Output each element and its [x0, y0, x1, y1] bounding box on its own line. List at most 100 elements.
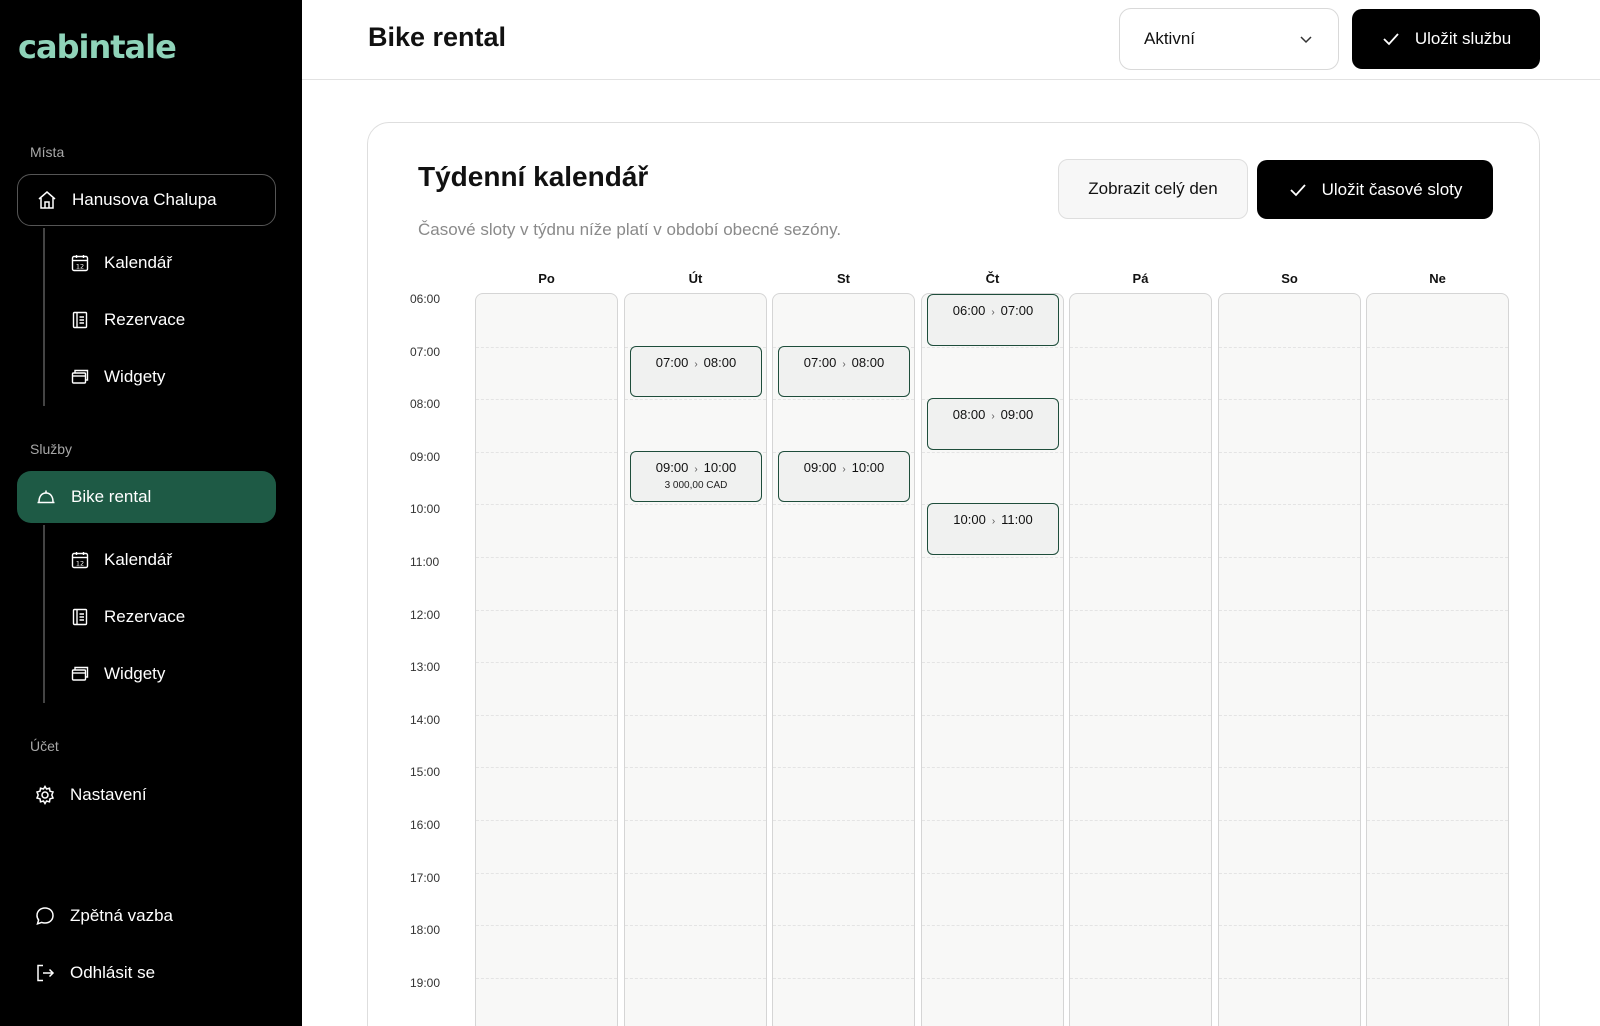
sidebar-item-feedback[interactable]: Zpětná vazba — [34, 898, 173, 934]
time-slot[interactable]: 07:00 › 08:00 — [778, 345, 910, 398]
tree-line — [43, 525, 45, 703]
sidebar-item-service-reservations[interactable]: Rezervace — [70, 599, 185, 635]
hour-gridline — [1219, 977, 1360, 979]
hour-gridline — [1070, 609, 1211, 611]
time-slot-range: 09:00 › 10:00 — [779, 460, 909, 475]
hour-gridline — [1367, 872, 1508, 874]
day-column[interactable] — [1069, 293, 1212, 1026]
slot-start: 09:00 — [655, 459, 689, 475]
chevron-right-icon: › — [991, 411, 995, 423]
day-column[interactable] — [475, 293, 618, 1026]
check-icon — [1288, 180, 1308, 200]
day-column[interactable]: 07:00 › 08:00 09:00 › 10:00 — [772, 293, 915, 1026]
hour-gridline — [625, 557, 766, 558]
hour-gridline — [1219, 557, 1360, 558]
sidebar-item-service-widgets[interactable]: Widgety — [70, 656, 165, 692]
widget-icon — [70, 367, 90, 387]
hour-gridline — [476, 872, 617, 874]
time-slot-range: 10:00 › 11:00 — [928, 512, 1058, 527]
sidebar-item-service-calendar[interactable]: 12 Kalendář — [70, 542, 172, 578]
hour-gridline — [1070, 399, 1211, 401]
hour-gridline — [922, 346, 1063, 348]
page-title: Bike rental — [368, 22, 507, 52]
chevron-right-icon: › — [842, 358, 846, 370]
hour-label: 08:00 — [410, 397, 441, 412]
hour-gridline — [625, 925, 766, 927]
day-column[interactable]: 07:00 › 08:00 09:00 › 10:00 3 000,00 CAD — [624, 293, 767, 1026]
card-title: Týdenní kalendář — [418, 161, 649, 192]
time-slot[interactable]: 07:00 › 08:00 — [630, 345, 762, 398]
day-header: St — [837, 271, 850, 286]
hour-gridline — [773, 872, 914, 874]
hour-gridline — [625, 399, 766, 401]
hour-gridline — [1219, 767, 1360, 769]
hour-gridline — [625, 609, 766, 611]
hour-gridline — [773, 504, 914, 506]
day-column[interactable] — [1218, 293, 1361, 1026]
save-service-button[interactable]: Uložit službu — [1352, 9, 1540, 69]
hour-gridline — [476, 820, 617, 821]
header: Bike rental Aktivní Uložit službu — [302, 0, 1600, 80]
home-icon — [36, 189, 58, 211]
hour-gridline — [922, 977, 1063, 979]
hour-gridline — [1070, 767, 1211, 769]
day-header: Po — [538, 271, 555, 286]
hour-gridline — [1367, 346, 1508, 348]
time-slot[interactable]: 10:00 › 11:00 — [927, 503, 1059, 555]
sidebar-item-place-reservations[interactable]: Rezervace — [70, 302, 185, 338]
slot-start: 07:00 — [655, 354, 689, 370]
time-slot[interactable]: 09:00 › 10:00 3 000,00 CAD — [630, 450, 762, 503]
status-select[interactable]: Aktivní — [1119, 8, 1339, 70]
hour-gridline — [1367, 714, 1508, 716]
slot-end: 10:00 — [851, 459, 885, 475]
hour-gridline — [1219, 820, 1360, 821]
time-slot[interactable]: 09:00 › 10:00 — [778, 450, 910, 503]
hour-label: 07:00 — [410, 344, 441, 359]
status-select-value: Aktivní — [1144, 29, 1196, 48]
save-slots-button[interactable]: Uložit časové sloty — [1257, 160, 1493, 219]
logout-icon — [34, 962, 56, 984]
sidebar-item-settings[interactable]: Nastavení — [34, 777, 147, 813]
time-slot[interactable]: 06:00 › 07:00 — [927, 294, 1059, 346]
show-full-day-button[interactable]: Zobrazit celý den — [1058, 159, 1248, 219]
hour-gridline — [1070, 346, 1211, 348]
sidebar-item-label: Kalendář — [104, 253, 173, 272]
sidebar-item-logout[interactable]: Odhlásit se — [34, 955, 155, 991]
hour-gridline — [1219, 714, 1360, 716]
hour-gridline — [1219, 451, 1360, 453]
day-column[interactable] — [1366, 293, 1509, 1026]
calendar-icon: 12 — [70, 550, 90, 570]
hour-gridline — [1219, 925, 1360, 927]
day-header: Út — [688, 271, 703, 286]
hour-gridline — [1070, 451, 1211, 453]
document-icon — [70, 310, 90, 330]
chevron-right-icon: › — [991, 307, 995, 318]
day-column[interactable]: 06:00 › 07:00 08:00 › 09:00 10:00 › 11:00 — [921, 293, 1064, 1026]
hour-gridline — [625, 820, 766, 821]
widget-icon — [70, 664, 90, 684]
sidebar: cabintale Místa Hanusova Chalupa 12 Kale… — [0, 0, 302, 1026]
sidebar-item-place-calendar[interactable]: 12 Kalendář — [70, 245, 172, 281]
hour-gridline — [773, 557, 914, 558]
hour-gridline — [1070, 820, 1211, 821]
section-label-places: Místa — [30, 144, 65, 160]
time-slot-range: 06:00 › 07:00 — [928, 303, 1058, 318]
hour-gridline — [476, 504, 617, 506]
hour-gridline — [625, 714, 766, 716]
time-slot-range: 09:00 › 10:00 — [631, 460, 761, 475]
hour-gridline — [773, 399, 914, 401]
hour-gridline — [922, 925, 1063, 927]
sidebar-item-service[interactable]: Bike rental — [17, 471, 276, 523]
hour-gridline — [625, 662, 766, 664]
logo[interactable]: cabintale — [18, 28, 177, 66]
chat-bubble-icon — [34, 905, 56, 927]
sidebar-item-place-widgets[interactable]: Widgety — [70, 359, 165, 395]
hour-label: 09:00 — [410, 449, 441, 464]
document-icon — [70, 607, 90, 627]
time-slot-range: 08:00 › 09:00 — [928, 407, 1058, 422]
slot-start: 06:00 — [952, 303, 986, 318]
section-label-services: Služby — [30, 441, 73, 457]
time-slot[interactable]: 08:00 › 09:00 — [927, 398, 1059, 450]
hour-gridline — [476, 451, 617, 453]
sidebar-item-place[interactable]: Hanusova Chalupa — [17, 174, 276, 226]
